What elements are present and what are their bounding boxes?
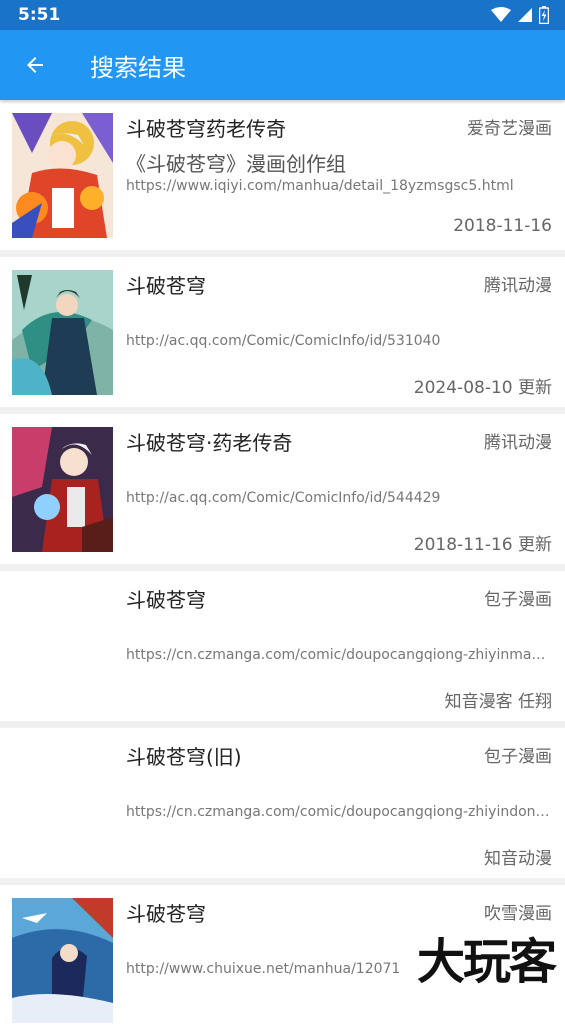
status-icons (491, 6, 549, 24)
wifi-icon (491, 7, 511, 22)
result-source: 包子漫画 (484, 747, 552, 767)
cover-image (12, 270, 113, 395)
battery-icon (539, 6, 549, 24)
result-url: http://ac.qq.com/Comic/ComicInfo/id/5444… (126, 490, 441, 506)
app-bar: 搜索结果 (0, 30, 565, 100)
cover-image (12, 427, 113, 552)
result-date: 知音漫客 任翔 (444, 692, 552, 712)
status-bar: 5:51 (0, 0, 565, 30)
result-title: 斗破苍穹 (126, 274, 206, 298)
result-source: 腾讯动漫 (484, 276, 552, 296)
result-item[interactable]: 斗破苍穹药老传奇 爱奇艺漫画 《斗破苍穹》漫画创作组 https://www.i… (0, 100, 565, 250)
result-source: 爱奇艺漫画 (467, 119, 552, 139)
result-author: 《斗破苍穹》漫画创作组 (126, 152, 346, 176)
result-title: 斗破苍穹药老传奇 (126, 117, 286, 141)
result-title: 斗破苍穹·药老传奇 (126, 431, 293, 455)
result-date: 2018-11-16 (453, 216, 552, 236)
result-source: 吹雪漫画 (484, 904, 552, 924)
result-url: https://cn.czmanga.com/comic/doupocangqi… (126, 647, 550, 663)
cover-image (12, 113, 113, 238)
result-url: http://ac.qq.com/Comic/ComicInfo/id/5310… (126, 333, 441, 349)
search-results-list: 斗破苍穹药老传奇 爱奇艺漫画 《斗破苍穹》漫画创作组 https://www.i… (0, 100, 565, 1035)
result-item[interactable]: 斗破苍穹(旧) 包子漫画 https://cn.czmanga.com/comi… (0, 728, 565, 878)
result-item[interactable]: 斗破苍穹 腾讯动漫 http://ac.qq.com/Comic/ComicIn… (0, 257, 565, 407)
result-source: 腾讯动漫 (484, 433, 552, 453)
status-time: 5:51 (18, 5, 61, 25)
watermark: 大玩客 (416, 934, 557, 990)
result-title: 斗破苍穹(旧) (126, 745, 242, 769)
result-date: 知音动漫 (484, 849, 552, 869)
back-arrow-icon (27, 57, 43, 73)
result-item[interactable]: 斗破苍穹·药老传奇 腾讯动漫 http://ac.qq.com/Comic/Co… (0, 414, 565, 564)
back-button[interactable] (0, 30, 70, 100)
result-date: 2018-11-16 更新 (413, 535, 552, 555)
result-title: 斗破苍穹 (126, 588, 206, 612)
result-url: https://www.iqiyi.com/manhua/detail_18yz… (126, 178, 514, 194)
signal-icon (518, 8, 532, 22)
result-date: 2024-08-10 更新 (413, 378, 552, 398)
result-url: https://cn.czmanga.com/comic/doupocangqi… (126, 804, 550, 820)
result-title: 斗破苍穹 (126, 902, 206, 926)
result-item[interactable]: 斗破苍穹 包子漫画 https://cn.czmanga.com/comic/d… (0, 571, 565, 721)
result-source: 包子漫画 (484, 590, 552, 610)
page-title: 搜索结果 (90, 53, 186, 82)
cover-image (12, 898, 113, 1023)
